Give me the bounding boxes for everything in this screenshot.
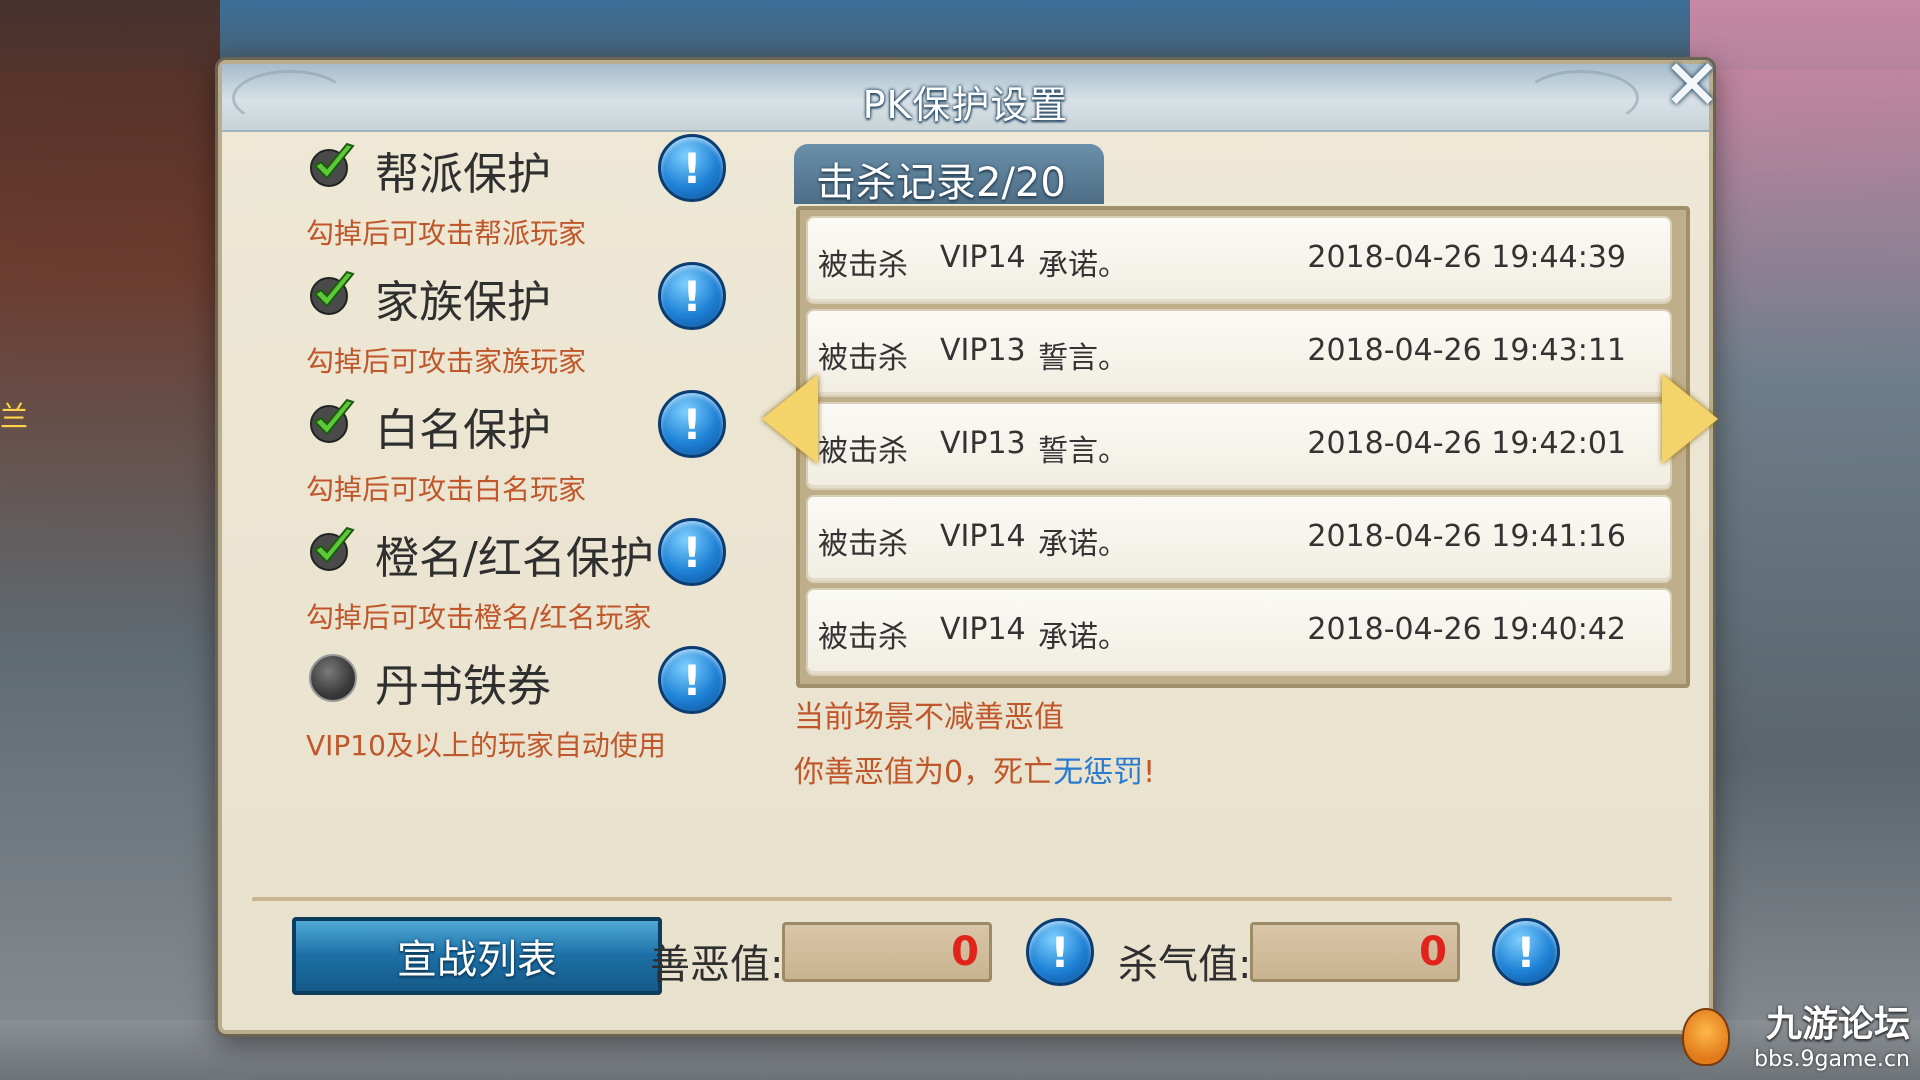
kill-record-tab[interactable]: 击杀记录2/20 (794, 144, 1104, 206)
kill-type: 被击杀 (818, 527, 908, 562)
protection-label: 帮派保护 (375, 149, 551, 200)
kill-time: 2018-04-26 19:44:39 (1307, 240, 1626, 275)
kill-time: 2018-04-26 19:42:01 (1307, 426, 1626, 461)
protection-description: 勾掉后可攻击帮派玩家 (306, 217, 587, 250)
background-scenery-left (0, 0, 220, 1080)
protection-info-icon[interactable]: ! (658, 134, 726, 202)
player-vip: VIP14 (940, 240, 1026, 275)
protection-info-icon[interactable]: ! (658, 390, 726, 458)
checkbox-checked-icon[interactable] (307, 140, 357, 190)
kill-time: 2018-04-26 19:43:11 (1307, 333, 1626, 368)
checkbox-unchecked-icon[interactable] (309, 654, 357, 702)
kill-type: 被击杀 (818, 248, 908, 283)
player-vip: VIP14 (940, 612, 1026, 647)
protection-label: 橙名/红名保护 (375, 533, 654, 584)
kill-aura-value-box: 0 (1250, 922, 1460, 982)
checkbox-checked-icon[interactable] (307, 524, 357, 574)
protection-info-icon[interactable]: ! (658, 262, 726, 330)
good-evil-value-box: 0 (782, 922, 992, 982)
prev-page-arrow-icon[interactable] (762, 374, 818, 464)
kill-record-tab-label: 击杀记录2/20 (816, 160, 1066, 206)
penalty-note-highlight: 无惩罚 (1053, 755, 1144, 790)
war-list-button[interactable]: 宣战列表 (292, 917, 662, 995)
kill-aura-info-icon[interactable]: ! (1492, 918, 1560, 986)
player-vip: VIP13 (940, 333, 1026, 368)
kill-type: 被击杀 (818, 341, 908, 376)
pk-protection-dialog: PK保护设置 ✕ 帮派保护! 勾掉后可攻击帮派玩家 家族保护! 勾掉后可攻击家族玩家白… (218, 50, 1721, 1034)
dialog-title: PK保护设置 (862, 83, 1069, 127)
player-name: 承诺。 (1038, 620, 1128, 655)
penalty-note-prefix: 你善恶值为0，死亡 (794, 755, 1054, 790)
protection-description: 勾掉后可攻击橙名/红名玩家 (306, 601, 652, 634)
background-name-label: 兰 (0, 400, 29, 433)
checkbox-checked-icon[interactable] (307, 268, 357, 318)
player-name: 誓言。 (1038, 341, 1128, 376)
kill-time: 2018-04-26 19:41:16 (1307, 519, 1626, 554)
next-page-arrow-icon[interactable] (1662, 374, 1718, 464)
kill-record-row: 被击杀 VIP14 承诺。 2018-04-26 19:41:16 (806, 495, 1672, 583)
kill-record-row: 被击杀 VIP13 誓言。 2018-04-26 19:43:11 (806, 309, 1672, 397)
good-evil-value: 0 (951, 929, 979, 975)
protection-info-icon[interactable]: ! (658, 646, 726, 714)
kill-time: 2018-04-26 19:40:42 (1307, 612, 1626, 647)
kill-type: 被击杀 (818, 434, 908, 469)
good-evil-info-icon[interactable]: ! (1026, 918, 1094, 986)
close-icon[interactable]: ✕ (1657, 50, 1727, 120)
footer-divider (252, 897, 1672, 901)
scene-note: 当前场景不减善恶值 (794, 700, 1064, 735)
player-name: 承诺。 (1038, 527, 1128, 562)
protection-description: VIP10及以上的玩家自动使用 (306, 729, 666, 762)
watermark-title: 九游论坛 (1765, 1004, 1910, 1045)
kill-aura-label: 杀气值: (1118, 942, 1252, 988)
protection-label: 白名保护 (375, 405, 551, 456)
kill-type: 被击杀 (818, 620, 908, 655)
player-name: 承诺。 (1038, 248, 1128, 283)
kill-record-row: 被击杀 VIP14 承诺。 2018-04-26 19:40:42 (806, 588, 1672, 676)
protection-label: 丹书铁券 (375, 661, 551, 712)
checkbox-checked-icon[interactable] (307, 396, 357, 446)
watermark-logo-icon (1682, 1008, 1730, 1066)
watermark-url: bbs.9game.cn (1754, 1047, 1910, 1072)
protection-description: 勾掉后可攻击白名玩家 (306, 473, 587, 506)
watermark: 九游论坛 bbs.9game.cn (1754, 995, 1910, 1072)
dialog-titlebar: PK保护设置 (222, 64, 1709, 132)
background-scenery-right (1690, 0, 1920, 1080)
player-vip: VIP14 (940, 519, 1026, 554)
player-name: 誓言。 (1038, 434, 1128, 469)
player-vip: VIP13 (940, 426, 1026, 461)
kill-record-row: 被击杀 VIP14 承诺。 2018-04-26 19:44:39 (806, 216, 1672, 304)
good-evil-label: 善恶值: (650, 942, 784, 988)
kill-record-row: 被击杀 VIP13 誓言。 2018-04-26 19:42:01 (806, 402, 1672, 490)
protection-info-icon[interactable]: ! (658, 518, 726, 586)
penalty-note-suffix: ! (1143, 755, 1156, 790)
penalty-note: 你善恶值为0，死亡无惩罚! (794, 747, 1155, 791)
protection-label: 家族保护 (375, 277, 551, 328)
kill-record-list: 被击杀 VIP14 承诺。 2018-04-26 19:44:39 被击杀 VIP13 誓言… (796, 206, 1690, 688)
kill-aura-value: 0 (1419, 929, 1447, 975)
protection-description: 勾掉后可攻击家族玩家 (306, 345, 587, 378)
